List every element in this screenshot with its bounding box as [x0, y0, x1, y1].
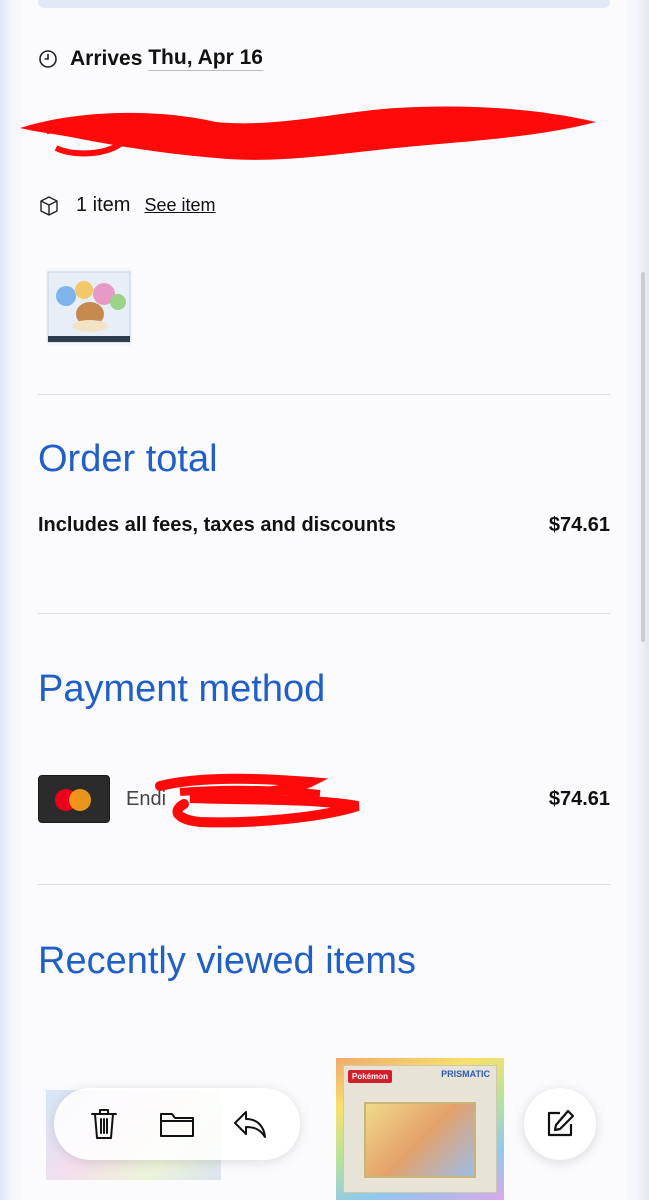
payment-amount: $74.61 — [548, 787, 610, 810]
order-total-amount: $74.61 — [548, 514, 610, 536]
mastercard-icon — [38, 775, 110, 823]
reply-button[interactable] — [230, 1104, 270, 1144]
product-brand-logo: Pokémon — [348, 1070, 393, 1083]
delete-button[interactable] — [84, 1104, 124, 1144]
trash-icon — [91, 1109, 118, 1139]
redaction-scribble — [155, 773, 360, 828]
package-icon — [40, 195, 58, 216]
divider — [38, 884, 610, 885]
order-total-line: Includes all fees, taxes and discounts $… — [38, 514, 610, 537]
recently-viewed-item[interactable]: Pokémon PRISMATIC — [336, 1058, 504, 1200]
product-series-logo: PRISMATIC — [441, 1069, 490, 1079]
compose-icon — [547, 1109, 575, 1137]
see-item-link[interactable]: See item — [144, 195, 215, 216]
compose-button[interactable] — [524, 1088, 596, 1160]
product-thumbnail[interactable] — [46, 268, 132, 346]
recently-viewed-title: Recently viewed items — [38, 940, 417, 982]
reply-icon — [233, 1111, 266, 1138]
page: Arrives Thu, Apr 16 1 item See item Orde… — [0, 0, 649, 1200]
move-to-folder-button[interactable] — [157, 1104, 197, 1144]
arrives-label: Arrives — [70, 46, 143, 70]
divider — [38, 394, 610, 395]
product-image — [364, 1102, 476, 1178]
item-count: 1 item — [76, 194, 131, 216]
order-total-title: Order total — [38, 438, 218, 480]
mail-action-toolbar — [54, 1088, 300, 1160]
folder-icon — [159, 1113, 194, 1137]
clock-icon — [39, 49, 57, 68]
order-total-description: Includes all fees, taxes and discounts — [38, 514, 396, 536]
arrival-date: Thu, Apr 16 — [148, 46, 263, 71]
payment-method-title: Payment method — [38, 668, 326, 710]
divider — [38, 613, 610, 614]
arrival-row: Arrives Thu, Apr 16 — [38, 46, 263, 71]
order-details-panel — [22, 0, 627, 1200]
redaction-scribble — [20, 106, 596, 160]
top-card-edge — [38, 0, 610, 8]
item-count-row: 1 item See item — [38, 194, 216, 217]
scrollbar[interactable] — [641, 272, 645, 642]
